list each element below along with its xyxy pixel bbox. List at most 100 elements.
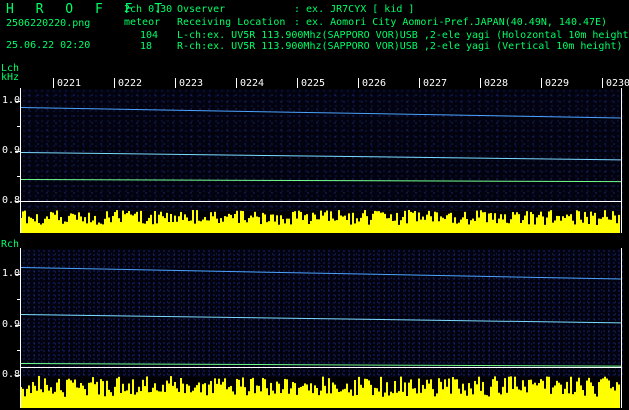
- amplitude-bar: [110, 222, 112, 233]
- amplitude-bar: [538, 215, 540, 233]
- amplitude-bar: [208, 220, 210, 233]
- amplitude-bar: [558, 383, 560, 408]
- observer-value: : ex. JR7CYX [ kid ]: [294, 4, 414, 15]
- amplitude-bar: [160, 212, 162, 233]
- amplitude-bar: [74, 215, 76, 233]
- amplitude-bar: [66, 380, 68, 408]
- amplitude-bar: [94, 384, 96, 408]
- amplitude-bar: [248, 391, 250, 408]
- amplitude-bar: [128, 211, 130, 233]
- amplitude-bar: [416, 221, 418, 233]
- amplitude-bar: [204, 383, 206, 408]
- amplitude-bar: [608, 220, 610, 233]
- amplitude-bar: [202, 220, 204, 233]
- amplitude-bar: [578, 211, 580, 233]
- amplitude-bar: [152, 388, 154, 408]
- amplitude-bar: [218, 223, 220, 233]
- amplitude-bar: [368, 380, 370, 408]
- amplitude-bar: [318, 219, 320, 233]
- amplitude-bar: [346, 384, 348, 408]
- amplitude-bar: [440, 216, 442, 233]
- amplitude-bar: [326, 211, 328, 233]
- amplitude-bar: [380, 377, 382, 408]
- amplitude-bar: [296, 395, 298, 408]
- amplitude-bar: [260, 391, 262, 408]
- amplitude-bar: [554, 385, 556, 408]
- amplitude-bar: [404, 211, 406, 233]
- amplitude-bar: [508, 377, 510, 408]
- amplitude-bar: [526, 211, 528, 233]
- amplitude-bar: [26, 223, 28, 233]
- amplitude-bar: [380, 213, 382, 233]
- amplitude-bar: [298, 211, 300, 233]
- amplitude-bar: [324, 386, 326, 408]
- amplitude-bar: [508, 223, 510, 233]
- amplitude-bar: [486, 395, 488, 408]
- amplitude-bar: [72, 214, 74, 233]
- amplitude-bar: [574, 224, 576, 233]
- amplitude-bar: [274, 394, 276, 408]
- lch-noise: [21, 89, 623, 211]
- amplitude-bar: [50, 212, 52, 233]
- amplitude-bar: [376, 211, 378, 233]
- amplitude-bar: [342, 217, 344, 233]
- amplitude-bar: [180, 212, 182, 233]
- amplitude-bar: [184, 393, 186, 408]
- amplitude-bar: [172, 386, 174, 408]
- time-tick: [480, 78, 481, 88]
- amplitude-bar: [494, 213, 496, 233]
- amplitude-bar: [142, 380, 144, 408]
- amplitude-bar: [208, 385, 210, 408]
- amplitude-bar: [168, 383, 170, 408]
- amplitude-bar: [430, 216, 432, 233]
- amplitude-bar: [276, 215, 278, 233]
- amplitude-bar: [180, 378, 182, 408]
- amplitude-bar: [452, 223, 454, 233]
- amplitude-bar: [52, 213, 54, 233]
- amplitude-bar: [514, 215, 516, 233]
- amplitude-bar: [482, 212, 484, 233]
- amplitude-bar: [54, 215, 56, 233]
- amplitude-bar: [412, 213, 414, 233]
- amplitude-bar: [102, 224, 104, 233]
- amplitude-bar: [166, 381, 168, 408]
- time-tick: [53, 78, 54, 88]
- amplitude-bar: [74, 380, 76, 408]
- amplitude-bar: [606, 217, 608, 233]
- amplitude-bar: [614, 215, 616, 233]
- amplitude-bar: [368, 225, 370, 233]
- amplitude-bar: [330, 211, 332, 233]
- amplitude-bar: [418, 378, 420, 408]
- amplitude-bar: [290, 224, 292, 233]
- amplitude-bar: [600, 219, 602, 233]
- amplitude-bar: [40, 225, 42, 233]
- amplitude-bar: [316, 219, 318, 233]
- amplitude-bar: [528, 380, 530, 408]
- amplitude-bar: [512, 212, 514, 233]
- amplitude-bar: [476, 384, 478, 408]
- amplitude-bar: [76, 220, 78, 233]
- amplitude-bar: [122, 384, 124, 408]
- amplitude-bar: [268, 395, 270, 408]
- amplitude-bar: [314, 215, 316, 233]
- amplitude-bar: [376, 388, 378, 408]
- amplitude-bar: [434, 396, 436, 408]
- amplitude-bar: [222, 382, 224, 408]
- amplitude-bar: [124, 391, 126, 408]
- amplitude-bar: [484, 212, 486, 233]
- amplitude-bar: [116, 378, 118, 408]
- amplitude-bar: [432, 221, 434, 233]
- amplitude-bar: [392, 221, 394, 233]
- amplitude-bar: [488, 213, 490, 233]
- amplitude-bar: [250, 379, 252, 408]
- amplitude-bar: [604, 377, 606, 408]
- amplitude-bar: [162, 385, 164, 408]
- amplitude-bar: [592, 386, 594, 408]
- amplitude-bar: [456, 224, 458, 233]
- amplitude-bar: [316, 388, 318, 408]
- amplitude-bar: [352, 213, 354, 233]
- amplitude-bar: [388, 395, 390, 408]
- amplitude-bar: [300, 212, 302, 233]
- amplitude-bar: [294, 211, 296, 233]
- amplitude-bar: [90, 382, 92, 408]
